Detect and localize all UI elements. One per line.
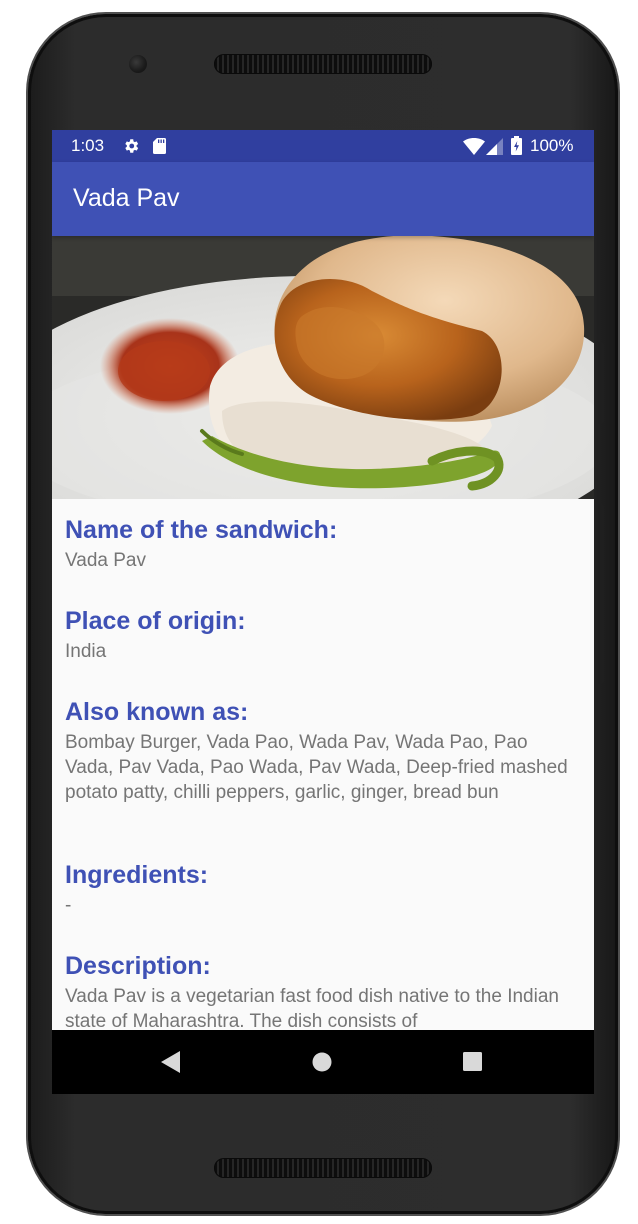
origin-section: Place of origin: India	[65, 606, 581, 664]
vada-pav-photo	[52, 236, 594, 499]
also-known-as-heading: Also known as:	[65, 698, 249, 726]
back-icon[interactable]	[160, 1050, 182, 1074]
description-value: Vada Pav is a vegetarian fast food dish …	[65, 986, 559, 1032]
bottom-speaker	[214, 1158, 432, 1178]
description-heading: Description:	[65, 952, 211, 980]
cell-signal-icon	[486, 138, 503, 155]
ingredients-value: -	[65, 895, 72, 916]
power-button	[598, 342, 604, 424]
earpiece-speaker	[214, 54, 432, 74]
page-title: Vada Pav	[73, 184, 180, 212]
origin-value: India	[65, 641, 107, 662]
app-bar: Vada Pav	[52, 162, 594, 236]
also-known-as-section: Also known as: Bombay Burger, Vada Pao, …	[65, 697, 581, 805]
navigation-bar	[52, 1030, 594, 1094]
home-icon[interactable]	[311, 1051, 333, 1073]
volume-button	[598, 504, 604, 684]
description-section: Description: Vada Pav is a vegetarian fa…	[65, 951, 581, 1034]
name-heading: Name of the sandwich:	[65, 516, 338, 544]
battery-percent: 100%	[530, 136, 574, 155]
status-bar: 1:03 100%	[52, 130, 594, 162]
recents-icon[interactable]	[462, 1051, 483, 1072]
front-camera	[129, 55, 147, 73]
origin-heading: Place of origin:	[65, 607, 246, 635]
wifi-icon	[463, 138, 485, 155]
screen: 1:03 100% Vada Pav Name of the sandwich:…	[52, 130, 594, 1094]
sd-card-icon	[153, 138, 166, 154]
name-value: Vada Pav	[65, 550, 146, 571]
name-section: Name of the sandwich: Vada Pav	[65, 515, 581, 573]
ingredients-section: Ingredients: -	[65, 860, 581, 918]
status-time: 1:03	[71, 136, 105, 155]
ingredients-heading: Ingredients:	[65, 861, 209, 889]
gear-icon	[125, 139, 139, 153]
battery-icon	[511, 136, 522, 155]
also-known-as-value: Bombay Burger, Vada Pao, Wada Pav, Wada …	[65, 732, 568, 803]
